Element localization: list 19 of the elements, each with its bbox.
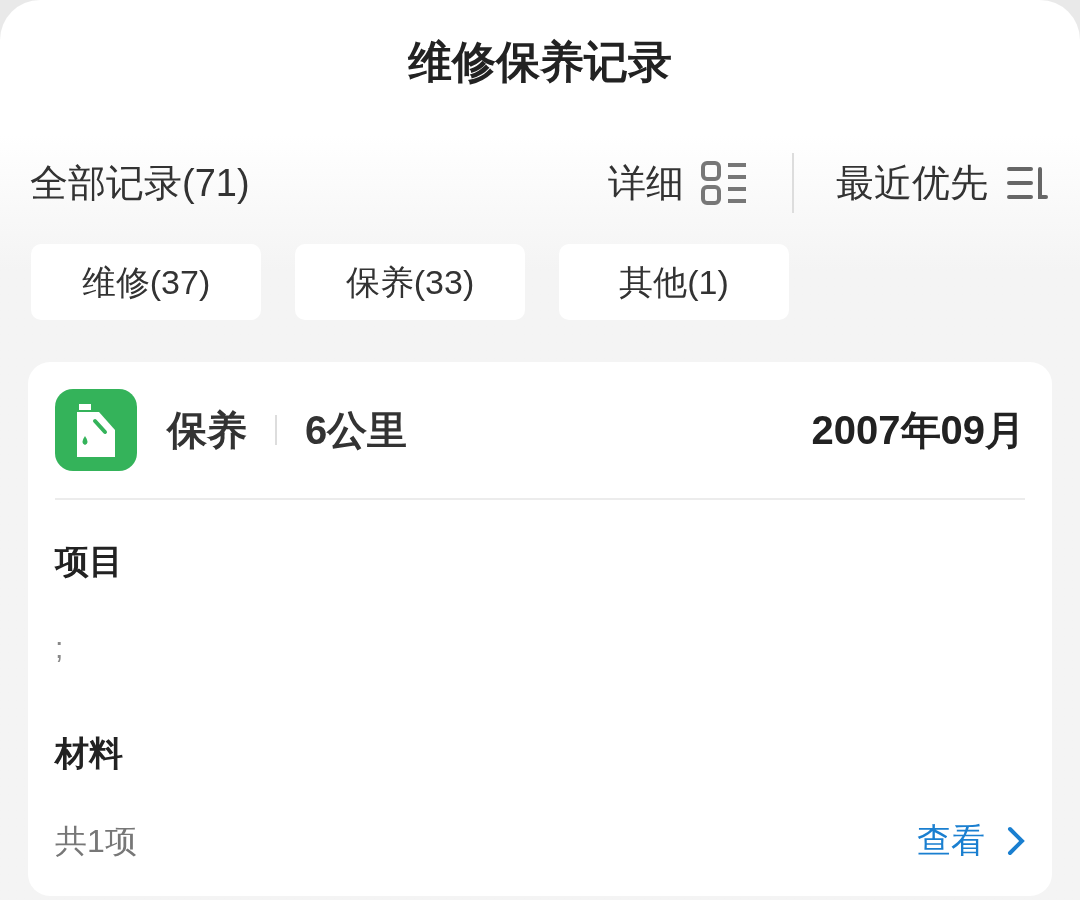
section-heading: 项目 [55, 541, 123, 582]
view-mode-button[interactable]: 详细 [608, 154, 750, 212]
materials-count: 共1项 [55, 821, 137, 861]
record-card[interactable]: 保养 6公里 2007年09月 项目 ; 材料 共1项 查看 [28, 362, 1052, 896]
oil-can-icon [55, 389, 137, 471]
mileage: 6公里 [305, 407, 408, 454]
filter-chip[interactable]: 其他(1) [559, 244, 789, 320]
all-records-label[interactable]: 全部记录(71) [30, 154, 250, 212]
section-heading: 材料 [55, 733, 123, 774]
chevron-right-icon [1007, 825, 1025, 856]
record-date: 2007年09月 [811, 407, 1025, 454]
sort-icon [1006, 165, 1050, 201]
filter-chip[interactable]: 保养(33) [295, 244, 525, 320]
items-text: ; [55, 630, 64, 666]
view-link[interactable]: 查看 [917, 815, 1025, 866]
sort-button[interactable]: 最近优先 [836, 154, 1050, 212]
filter-chip[interactable]: 维修(37) [31, 244, 261, 320]
record-type: 保养 [167, 407, 247, 454]
sheet-title: 维修保养记录 [408, 36, 672, 88]
